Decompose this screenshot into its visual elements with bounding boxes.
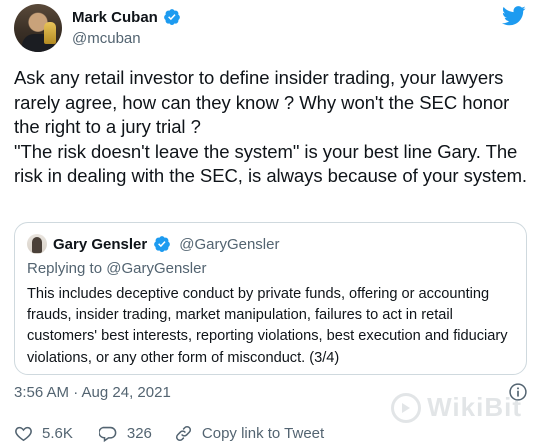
action-bar: 5.6K 326 Copy link to Tweet [14,424,324,443]
watermark: WikiBit [391,392,522,423]
reply-count: 326 [126,425,152,442]
watermark-logo-icon [391,392,422,423]
author-name[interactable]: Mark Cuban [72,9,158,26]
replying-to-label: Replying to @GaryGensler [27,260,207,277]
quoted-author-name: Gary Gensler [53,235,148,253]
quoted-header: Gary Gensler @GaryGensler [27,234,279,254]
author-handle[interactable]: @mcuban [72,30,141,47]
verified-badge-icon [163,9,180,26]
tweet-timestamp[interactable]: 3:56 AM · Aug 24, 2021 [14,384,171,401]
quoted-tweet[interactable]: Gary Gensler @GaryGensler Replying to @G… [14,222,527,375]
heart-icon [15,426,32,442]
speech-bubble-icon [98,426,117,443]
tweet-embed: Mark Cuban @mcuban Ask any retail invest… [0,0,542,447]
author-avatar[interactable] [14,4,62,52]
reply-button[interactable]: 326 [98,424,152,443]
quoted-text: This includes deceptive conduct by priva… [27,286,508,366]
verified-badge-icon [154,236,171,253]
copy-link-button[interactable]: Copy link to Tweet [174,424,324,443]
like-button[interactable]: 5.6K [14,424,73,443]
author-name-row: Mark Cuban [72,8,181,26]
like-count: 5.6K [42,425,73,442]
quoted-author-handle: @GaryGensler [179,235,280,253]
twitter-bird-icon[interactable] [502,6,526,26]
watermark-text: WikiBit [427,392,522,422]
tweet-text: Ask any retail investor to define inside… [14,67,528,186]
quoted-avatar [27,234,47,254]
copy-link-label: Copy link to Tweet [201,425,325,442]
link-icon [175,425,191,442]
